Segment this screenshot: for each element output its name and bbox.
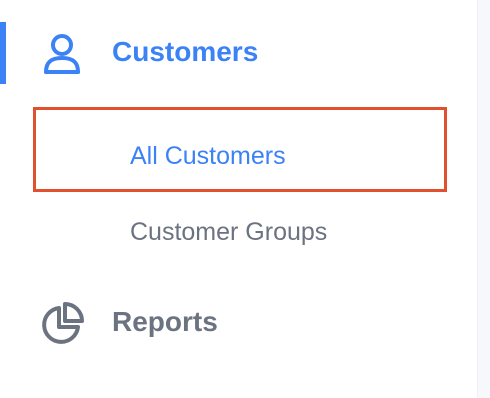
sidebar-subitem-customer-groups[interactable]: Customer Groups — [0, 214, 478, 258]
active-indicator — [0, 22, 6, 84]
sidebar-subitem-label: Customer Groups — [130, 218, 328, 246]
sidebar-item-label: Customers — [112, 36, 259, 67]
sidebar-item-label: Reports — [112, 306, 218, 337]
user-icon — [44, 34, 80, 74]
sidebar: Customers All Customers Customer Groups … — [0, 0, 478, 398]
pie-chart-icon — [42, 302, 84, 344]
content-edge — [477, 0, 490, 398]
highlight-box — [33, 107, 447, 192]
